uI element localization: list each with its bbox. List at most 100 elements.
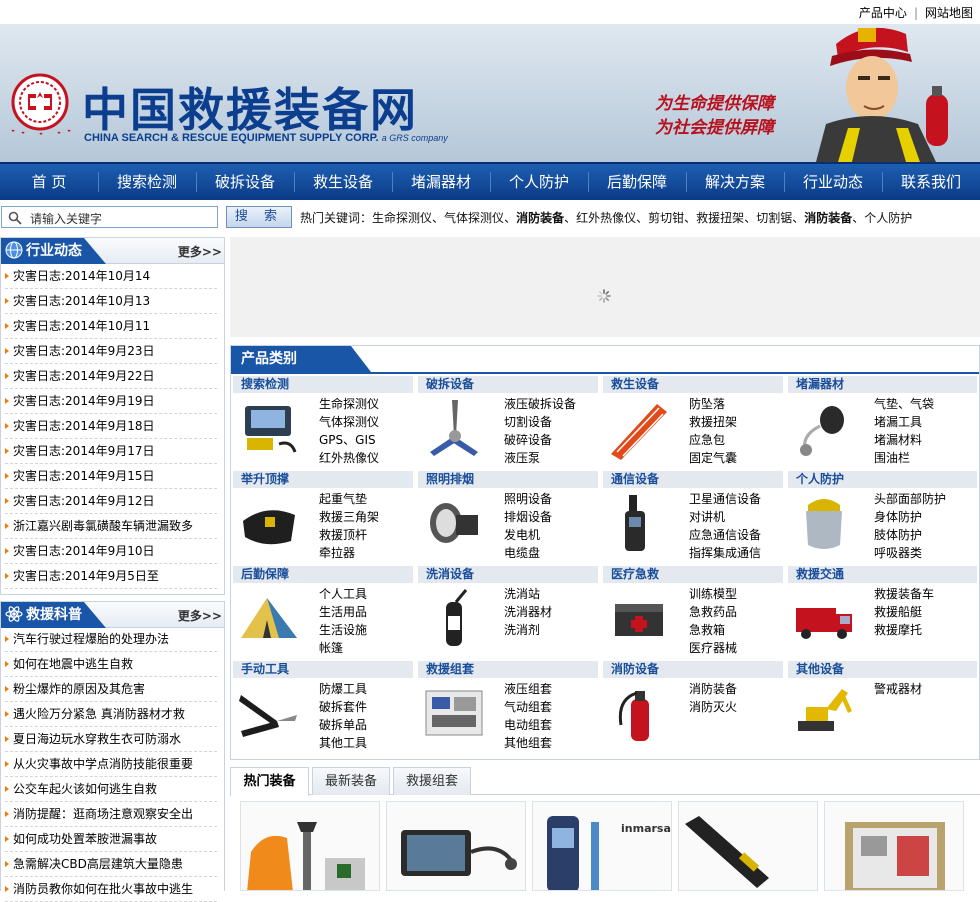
category-item-link[interactable]: 救援船艇 [874,603,922,621]
category-item-link[interactable]: 洗消剂 [504,621,540,639]
category-item-link[interactable]: 电缆盘 [504,544,540,562]
product-card[interactable]: inmarsat [532,801,672,891]
category-item-link[interactable]: 医疗器械 [689,639,737,657]
category-heading[interactable]: 后勤保障 [233,566,413,583]
category-item-link[interactable]: 发电机 [504,526,540,544]
list-item[interactable]: 从火灾事故中学点消防技能很重要 [5,752,217,777]
list-item[interactable]: 灾害日志:2014年10月14 [5,264,217,289]
list-item[interactable]: 灾害日志:2014年9月19日 [5,389,217,414]
category-item-link[interactable]: 身体防护 [874,508,922,526]
category-heading[interactable]: 举升顶撑 [233,471,413,488]
category-item-link[interactable]: 救援扭架 [689,413,737,431]
category-item-link[interactable]: 液压破拆设备 [504,395,576,413]
searchlight-icon[interactable] [422,491,486,555]
category-item-link[interactable]: 急救药品 [689,603,737,621]
category-item-link[interactable]: 红外热像仪 [319,449,379,467]
category-heading[interactable]: 堵漏器材 [788,376,977,393]
hot-keyword[interactable]: 红外热像仪 [576,211,636,225]
tool-set-icon[interactable] [422,681,486,745]
category-item-link[interactable]: 液压组套 [504,680,552,698]
list-item[interactable]: 灾害日志:2014年10月13 [5,289,217,314]
product-categories-title[interactable]: 产品类别 [231,346,371,372]
category-item-link[interactable]: 救援顶杆 [319,526,367,544]
list-item[interactable]: 夏日海边玩水穿救生衣可防溺水 [5,727,217,752]
nav-search-detection[interactable]: 搜索检测 [98,164,196,200]
hot-keyword[interactable]: 剪切钳 [648,211,684,225]
satellite-phone-icon[interactable] [607,491,671,555]
nav-leak-sealing[interactable]: 堵漏器材 [392,164,490,200]
tent-icon[interactable] [237,586,301,650]
category-heading[interactable]: 洗消设备 [418,566,598,583]
category-heading[interactable]: 通信设备 [603,471,783,488]
search-button[interactable]: 搜 索 [226,206,292,228]
list-item[interactable]: 灾害日志:2014年9月15日 [5,464,217,489]
category-heading[interactable]: 其他设备 [788,661,977,678]
nav-demolition[interactable]: 破拆设备 [196,164,294,200]
nav-logistics[interactable]: 后勤保障 [588,164,686,200]
category-item-link[interactable]: 消防灭火 [689,698,737,716]
bolt-cutter-icon[interactable] [237,681,301,745]
category-item-link[interactable]: 破拆套件 [319,698,367,716]
category-heading[interactable]: 手动工具 [233,661,413,678]
nav-home[interactable]: 首 页 [0,164,98,200]
list-item[interactable]: 灾害日志:2014年9月17日 [5,439,217,464]
category-heading[interactable]: 破拆设备 [418,376,598,393]
category-item-link[interactable]: 应急通信设备 [689,526,761,544]
list-item[interactable]: 汽车行驶过程爆胎的处理办法 [5,627,217,652]
rescue-emblem-icon[interactable] [8,72,72,136]
excavator-icon[interactable] [792,681,856,745]
nav-contact[interactable]: 联系我们 [882,164,980,200]
category-item-link[interactable]: 生命探测仪 [319,395,379,413]
category-item-link[interactable]: 警戒器材 [874,680,922,698]
category-heading[interactable]: 医疗急救 [603,566,783,583]
industry-news-tab[interactable]: 行业动态 [1,238,106,264]
list-item[interactable]: 急需解决CBD高层建筑大量隐患 [5,852,217,877]
category-item-link[interactable]: 防坠落 [689,395,725,413]
category-item-link[interactable]: 生活设施 [319,621,367,639]
category-item-link[interactable]: 生活用品 [319,603,367,621]
product-card[interactable] [678,801,818,891]
category-item-link[interactable]: 救援摩托 [874,621,922,639]
category-heading[interactable]: 救援交通 [788,566,977,583]
list-item[interactable]: 粉尘爆炸的原因及其危害 [5,677,217,702]
list-item[interactable]: 浙江嘉兴剧毒氯磺酸车辆泄漏致多 [5,514,217,539]
leak-plug-icon[interactable] [792,396,856,460]
category-item-link[interactable]: 头部面部防护 [874,490,946,508]
list-item[interactable]: 灾害日志:2014年9月10日 [5,539,217,564]
category-item-link[interactable]: 排烟设备 [504,508,552,526]
category-item-link[interactable]: 照明设备 [504,490,552,508]
category-item-link[interactable]: 电动组套 [504,716,552,734]
site-title[interactable]: 中国救援装备网 [82,74,418,140]
list-item[interactable]: 遇火险万分紧急 真消防器材才救 [5,702,217,727]
product-card[interactable] [386,801,526,891]
category-item-link[interactable]: 固定气囊 [689,449,737,467]
category-item-link[interactable]: 消防装备 [689,680,737,698]
sitemap-link[interactable]: 网站地图 [918,6,980,20]
category-item-link[interactable]: 破拆单品 [319,716,367,734]
list-item[interactable]: 灾害日志:2014年9月12日 [5,489,217,514]
category-heading[interactable]: 个人防护 [788,471,977,488]
list-item[interactable]: 如何在地震中逃生自救 [5,652,217,677]
category-item-link[interactable]: 破碎设备 [504,431,552,449]
product-center-link[interactable]: 产品中心 [852,6,914,20]
category-item-link[interactable]: 气垫、气袋 [874,395,934,413]
category-item-link[interactable]: 围油栏 [874,449,910,467]
hot-keyword[interactable]: 气体探测仪 [444,211,504,225]
list-item[interactable]: 消防提醒：逛商场注意观察安全出 [5,802,217,827]
category-item-link[interactable]: 急救箱 [689,621,725,639]
first-aid-box-icon[interactable] [607,586,671,650]
category-heading[interactable]: 照明排烟 [418,471,598,488]
nav-industry-news[interactable]: 行业动态 [784,164,882,200]
category-heading[interactable]: 消防设备 [603,661,783,678]
category-item-link[interactable]: 洗消器材 [504,603,552,621]
tab-rescue-sets[interactable]: 救援组套 [393,767,471,795]
category-heading[interactable]: 救生设备 [603,376,783,393]
category-item-link[interactable]: 堵漏材料 [874,431,922,449]
face-shield-icon[interactable] [792,491,856,555]
category-item-link[interactable]: 防爆工具 [319,680,367,698]
category-item-link[interactable]: 起重气垫 [319,490,367,508]
fire-truck-icon[interactable] [792,586,856,650]
category-item-link[interactable]: 帐篷 [319,639,343,657]
banner-ad-area[interactable] [230,237,980,337]
hot-keyword[interactable]: 消防装备 [804,211,852,225]
